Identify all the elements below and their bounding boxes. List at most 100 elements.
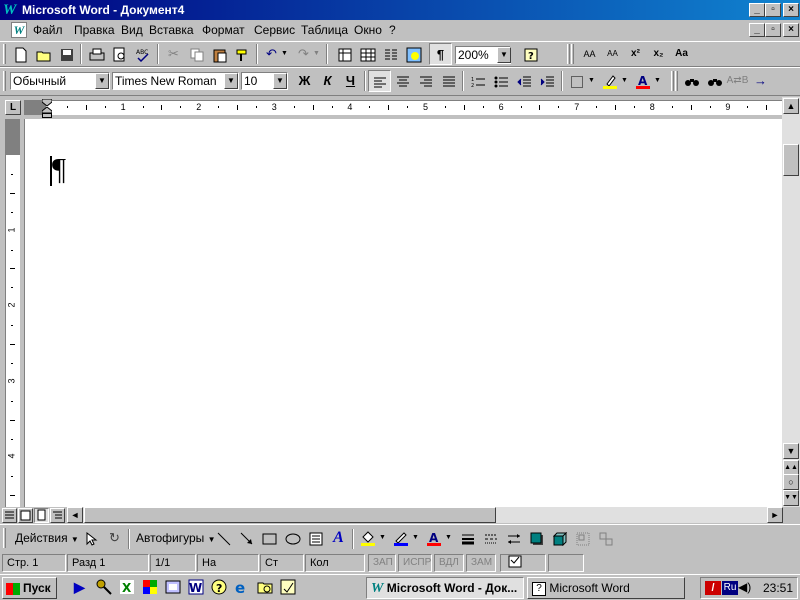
font-combo[interactable]: Times New Roman	[112, 72, 239, 90]
bullets-icon[interactable]	[489, 70, 512, 92]
drawing-icon[interactable]	[402, 43, 425, 65]
menu-help[interactable]: ?	[389, 23, 396, 37]
menu-file[interactable]: Файл	[33, 23, 63, 37]
quicklaunch-excel-icon[interactable]: X	[119, 579, 137, 597]
justify-icon[interactable]	[437, 70, 460, 92]
shrink-font-icon[interactable]: AA	[601, 43, 624, 65]
hanging-indent-marker[interactable]	[41, 106, 53, 118]
oval-icon[interactable]	[281, 527, 304, 549]
doc-minimize-button[interactable]: _	[749, 23, 765, 37]
quicklaunch-word-icon[interactable]: W	[188, 579, 206, 597]
print-preview-icon[interactable]	[108, 43, 131, 65]
go-to-icon[interactable]: →	[749, 70, 772, 92]
task-word-dialog[interactable]: ? Microsoft Word	[527, 577, 685, 599]
normal-view-button[interactable]	[2, 508, 17, 523]
scroll-up-button[interactable]: ▲	[783, 98, 799, 114]
page-layout-view-button[interactable]	[34, 508, 49, 523]
line-icon[interactable]	[212, 527, 235, 549]
fill-color-icon[interactable]	[356, 527, 379, 549]
draw-font-color-icon[interactable]: A	[422, 527, 445, 549]
language-indicator[interactable]: Ru	[722, 581, 738, 595]
status-ext[interactable]: ВДЛ	[434, 554, 464, 572]
ungroup-icon[interactable]	[594, 527, 617, 549]
next-page-button[interactable]: ▼▼	[783, 490, 799, 506]
text-box-icon[interactable]	[304, 527, 327, 549]
align-left-icon[interactable]	[368, 70, 391, 92]
toolbar-grip[interactable]	[675, 71, 678, 91]
first-line-indent-marker[interactable]	[41, 98, 53, 107]
arrow-style-icon[interactable]	[502, 527, 525, 549]
help-icon[interactable]: ?	[519, 43, 542, 65]
actions-menu[interactable]: Действия ▼	[15, 531, 79, 545]
line-color-icon[interactable]	[389, 527, 412, 549]
quicklaunch-icon-1[interactable]: ▶	[74, 579, 92, 597]
highlight-icon[interactable]	[598, 70, 621, 92]
align-center-icon[interactable]	[391, 70, 414, 92]
document-icon[interactable]: W	[11, 22, 27, 38]
font-color-dropdown-icon[interactable]: ▼	[654, 77, 661, 84]
tray-app-icon[interactable]: /	[705, 581, 721, 595]
line-style-icon[interactable]	[456, 527, 479, 549]
select-browse-object-button[interactable]: ○	[783, 474, 799, 490]
borders-icon[interactable]	[565, 70, 588, 92]
cut-icon[interactable]: ✂	[162, 43, 185, 65]
status-ovr[interactable]: ЗАМ	[466, 554, 496, 572]
quicklaunch-keys-icon[interactable]	[96, 579, 114, 597]
replace-icon[interactable]: A⇄B	[726, 70, 749, 92]
scroll-down-button[interactable]: ▼	[783, 443, 799, 459]
bold-button[interactable]: Ж	[293, 70, 316, 92]
spelling-status-icon[interactable]	[500, 554, 546, 572]
outline-view-button[interactable]	[50, 508, 65, 523]
spelling-icon[interactable]: ABC	[131, 43, 154, 65]
copy-icon[interactable]	[185, 43, 208, 65]
open-folder-icon[interactable]	[32, 43, 55, 65]
find-icon[interactable]	[680, 70, 703, 92]
minimize-button[interactable]: _	[749, 3, 765, 17]
fill-dropdown-icon[interactable]: ▼	[379, 534, 386, 541]
start-button[interactable]: Пуск	[2, 577, 57, 599]
superscript-icon[interactable]: x²	[624, 43, 647, 65]
arrow-icon[interactable]	[235, 527, 258, 549]
status-trk[interactable]: ИСПР	[398, 554, 432, 572]
columns-icon[interactable]	[379, 43, 402, 65]
undo-icon[interactable]: ↶	[260, 43, 283, 65]
numbering-icon[interactable]: 12	[466, 70, 489, 92]
quicklaunch-powerpoint-icon[interactable]	[165, 579, 183, 597]
redo-icon[interactable]: ↷	[292, 43, 315, 65]
word-logo-icon[interactable]: W	[3, 2, 19, 18]
format-painter-icon[interactable]	[231, 43, 254, 65]
save-icon[interactable]	[55, 43, 78, 65]
group-icon[interactable]	[571, 527, 594, 549]
italic-button[interactable]: К	[316, 70, 339, 92]
highlight-dropdown-icon[interactable]: ▼	[621, 77, 628, 84]
find-next-icon[interactable]	[703, 70, 726, 92]
paste-icon[interactable]	[208, 43, 231, 65]
menu-tools[interactable]: Сервис	[254, 23, 295, 37]
print-icon[interactable]	[85, 43, 108, 65]
free-rotate-icon[interactable]: ↻	[103, 527, 126, 549]
quicklaunch-notes-icon[interactable]	[280, 579, 298, 597]
wordart-icon[interactable]: A	[327, 527, 350, 549]
style-dropdown-icon[interactable]: ▼	[95, 73, 109, 89]
quicklaunch-ie-icon[interactable]: e	[234, 579, 252, 597]
new-document-icon[interactable]	[9, 43, 32, 65]
doc-restore-button[interactable]: ▫	[765, 23, 781, 37]
toolbar-grip[interactable]	[3, 71, 6, 91]
shadow-icon[interactable]	[525, 527, 548, 549]
menu-insert[interactable]: Вставка	[149, 23, 194, 37]
show-formatting-icon[interactable]: ¶	[429, 43, 452, 65]
size-dropdown-icon[interactable]: ▼	[273, 73, 287, 89]
insert-table-icon[interactable]	[356, 43, 379, 65]
restore-button[interactable]: ▫	[765, 3, 781, 17]
doc-close-button[interactable]: ×	[783, 23, 799, 37]
toolbar-grip[interactable]	[567, 44, 570, 64]
vertical-scrollbar[interactable]: ▲ ▼ ▲▲ ○ ▼▼	[782, 97, 800, 507]
autoshapes-menu[interactable]: Автофигуры ▼	[136, 531, 216, 545]
grow-font-icon[interactable]: AA	[578, 43, 601, 65]
toolbar-grip[interactable]	[571, 44, 574, 64]
line-color-dropdown-icon[interactable]: ▼	[412, 534, 419, 541]
toolbar-grip[interactable]	[3, 44, 6, 64]
close-button[interactable]: ×	[783, 3, 799, 17]
draw-font-color-dropdown-icon[interactable]: ▼	[445, 534, 452, 541]
online-view-button[interactable]	[18, 508, 33, 523]
